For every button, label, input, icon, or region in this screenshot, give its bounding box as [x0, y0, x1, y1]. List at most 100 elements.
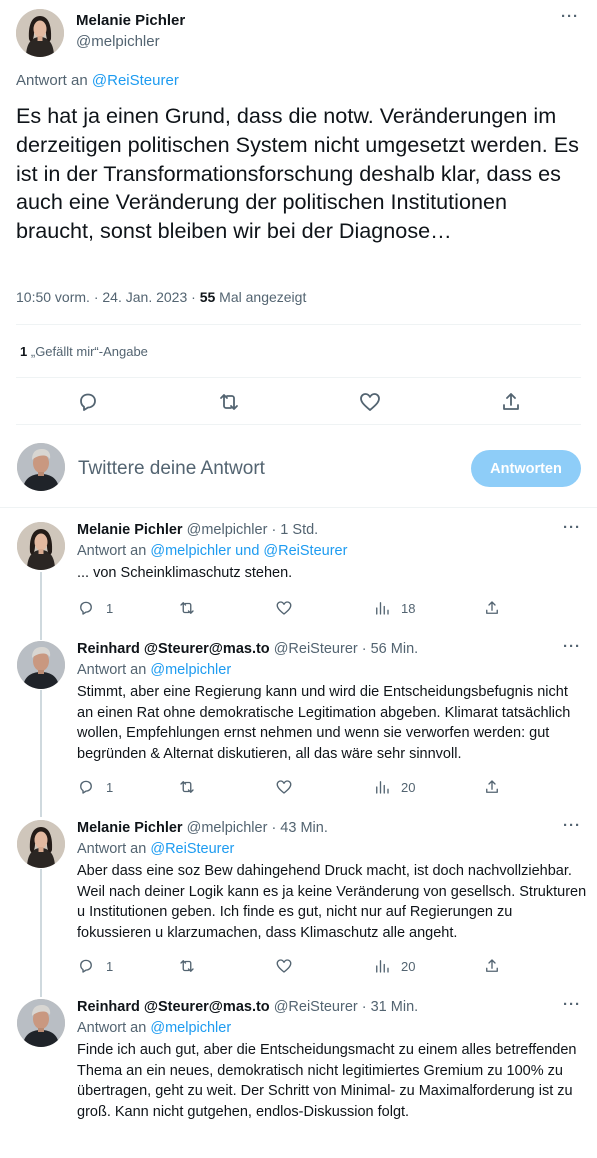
- retweet-icon[interactable]: [217, 390, 241, 414]
- reply-to-handle-link[interactable]: @melpichler und @ReiSteurer: [150, 543, 347, 559]
- avatar-image: [16, 9, 64, 57]
- views-count: 20: [401, 959, 416, 974]
- reply-to-prefix: Antwort an: [77, 543, 147, 559]
- views-count: 18: [401, 601, 416, 616]
- avatar[interactable]: [16, 9, 64, 57]
- avatar[interactable]: [17, 641, 65, 689]
- thread-line: [40, 690, 42, 817]
- retweet-icon[interactable]: [178, 957, 196, 975]
- divider: [16, 377, 581, 378]
- reply-count: 1: [106, 780, 114, 795]
- reply-time[interactable]: · 1 Std.: [271, 522, 318, 538]
- avatar[interactable]: [17, 522, 65, 570]
- views-icon[interactable]: [373, 599, 391, 617]
- reply-to-prefix: Antwort an: [77, 841, 147, 857]
- reply-to-handle-link[interactable]: @melpichler: [150, 1020, 231, 1036]
- likes-count: 1: [20, 344, 28, 359]
- tweet-action-bar: [16, 381, 581, 421]
- reply-header: Reinhard @Steurer@mas.to @ReiSteurer · 5…: [77, 641, 418, 657]
- author-name[interactable]: Melanie Pichler: [76, 12, 185, 29]
- like-icon[interactable]: [275, 957, 293, 975]
- reply-time[interactable]: · 43 Min.: [271, 820, 327, 836]
- views-count: 55: [199, 289, 216, 305]
- share-icon[interactable]: [483, 778, 501, 796]
- views-icon[interactable]: [373, 957, 391, 975]
- more-options-icon[interactable]: ···: [563, 638, 581, 655]
- like-icon[interactable]: [275, 599, 293, 617]
- likes-label: „Gefällt mir“-Angabe: [30, 344, 148, 359]
- reply-to-line: Antwort an @ReiSteurer: [77, 841, 234, 857]
- reply-action-bar: 1 20: [77, 778, 577, 798]
- author-handle[interactable]: @melpichler: [187, 522, 268, 538]
- tweet-meta: 10:50 vorm. · 24. Jan. 2023 · 55 Mal ang…: [16, 289, 307, 305]
- views-count: 20: [401, 780, 416, 795]
- likes-row[interactable]: 1 „Gefällt mir“-Angabe: [20, 344, 148, 359]
- reply-to-prefix: Antwort an: [77, 1020, 147, 1036]
- reply-to-handle-link[interactable]: @ReiSteurer: [92, 72, 179, 89]
- reply-to-handle-link[interactable]: @ReiSteurer: [150, 841, 234, 857]
- tweet-time[interactable]: 10:50 vorm.: [16, 289, 90, 305]
- reply-time[interactable]: · 31 Min.: [362, 999, 418, 1015]
- reply-icon[interactable]: [77, 599, 95, 617]
- thread-line: [40, 869, 42, 997]
- reply-icon[interactable]: [77, 778, 95, 796]
- reply-action-bar: 1 20: [77, 957, 577, 977]
- author-name[interactable]: Reinhard @Steurer@mas.to: [77, 999, 270, 1015]
- tweet-date[interactable]: 24. Jan. 2023: [102, 289, 187, 305]
- more-options-icon[interactable]: ···: [563, 817, 581, 834]
- like-icon[interactable]: [275, 778, 293, 796]
- reply-input[interactable]: Twittere deine Antwort: [78, 458, 265, 480]
- reply-to-line: Antwort an @melpichler: [77, 662, 231, 678]
- author-handle[interactable]: @melpichler: [187, 820, 268, 836]
- composer-avatar[interactable]: [17, 443, 65, 491]
- reply-time[interactable]: · 56 Min.: [362, 641, 418, 657]
- views-label: Mal angezeigt: [219, 289, 307, 305]
- tweet-text: Es hat ja einen Grund, dass die notw. Ve…: [16, 103, 579, 244]
- divider: [0, 507, 597, 508]
- avatar-image: [17, 522, 65, 570]
- reply-icon[interactable]: [76, 390, 100, 414]
- reply-button[interactable]: Antworten: [471, 450, 581, 487]
- like-icon[interactable]: [358, 390, 382, 414]
- avatar-image: [17, 641, 65, 689]
- reply-to-line: Antwort an @melpichler und @ReiSteurer: [77, 543, 347, 559]
- author-handle[interactable]: @ReiSteurer: [274, 999, 358, 1015]
- share-icon[interactable]: [499, 390, 523, 414]
- avatar[interactable]: [17, 820, 65, 868]
- reply-header: Melanie Pichler @melpichler · 1 Std.: [77, 522, 318, 538]
- reply-action-bar: 1 18: [77, 599, 577, 619]
- more-options-icon[interactable]: ···: [563, 996, 581, 1013]
- reply-text: Finde ich auch gut, aber die Entscheidun…: [77, 1042, 577, 1120]
- divider: [16, 424, 581, 425]
- share-icon[interactable]: [483, 599, 501, 617]
- reply-to-handle-link[interactable]: @melpichler: [150, 662, 231, 678]
- reply-header: Reinhard @Steurer@mas.to @ReiSteurer · 3…: [77, 999, 418, 1015]
- reply-text: Aber dass eine soz Bew dahingehend Druck…: [77, 863, 587, 941]
- author-handle[interactable]: @ReiSteurer: [274, 641, 358, 657]
- reply-to-line: Antwort an @ReiSteurer: [16, 72, 179, 89]
- divider: [16, 324, 581, 325]
- avatar-image: [17, 443, 65, 491]
- author-name[interactable]: Reinhard @Steurer@mas.to: [77, 641, 270, 657]
- thread-line: [40, 572, 42, 640]
- retweet-icon[interactable]: [178, 599, 196, 617]
- author-handle[interactable]: @melpichler: [76, 33, 160, 50]
- reply-header: Melanie Pichler @melpichler · 43 Min.: [77, 820, 328, 836]
- reply-to-prefix: Antwort an: [16, 72, 88, 89]
- share-icon[interactable]: [483, 957, 501, 975]
- avatar[interactable]: [17, 999, 65, 1047]
- views-icon[interactable]: [373, 778, 391, 796]
- avatar-image: [17, 999, 65, 1047]
- author-name[interactable]: Melanie Pichler: [77, 820, 183, 836]
- more-options-icon[interactable]: ···: [561, 8, 579, 25]
- reply-text: Stimmt, aber eine Regierung kann und wir…: [77, 684, 571, 762]
- retweet-icon[interactable]: [178, 778, 196, 796]
- avatar-image: [17, 820, 65, 868]
- more-options-icon[interactable]: ···: [563, 519, 581, 536]
- reply-to-line: Antwort an @melpichler: [77, 1020, 231, 1036]
- reply-count: 1: [106, 959, 114, 974]
- author-name[interactable]: Melanie Pichler: [77, 522, 183, 538]
- reply-icon[interactable]: [77, 957, 95, 975]
- reply-text: ... von Scheinklimaschutz stehen.: [77, 565, 293, 581]
- reply-count: 1: [106, 601, 114, 616]
